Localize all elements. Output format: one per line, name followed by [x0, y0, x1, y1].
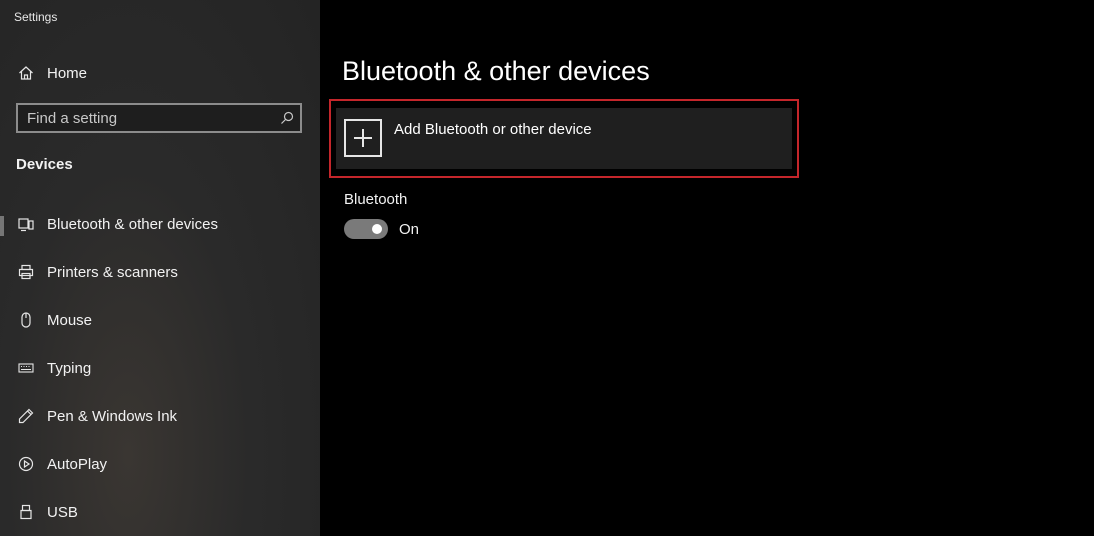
search-input[interactable]	[18, 109, 274, 127]
app-title: Settings	[14, 10, 58, 24]
keyboard-icon	[16, 358, 36, 378]
sidebar-item-label: Home	[47, 64, 88, 82]
sidebar-item-typing[interactable]: Typing	[0, 348, 320, 388]
bluetooth-toggle[interactable]	[344, 219, 388, 239]
search-icon[interactable]	[274, 111, 300, 125]
sidebar-item-label: Bluetooth & other devices	[47, 215, 218, 233]
usb-icon	[16, 502, 36, 522]
home-icon	[16, 63, 36, 83]
add-device-label: Add Bluetooth or other device	[394, 121, 592, 138]
pen-icon	[16, 406, 36, 426]
page-title: Bluetooth & other devices	[342, 56, 650, 86]
sidebar-item-mouse[interactable]: Mouse	[0, 300, 320, 340]
mouse-icon	[16, 310, 36, 330]
sidebar-item-bluetooth[interactable]: Bluetooth & other devices	[0, 204, 320, 244]
add-device-button[interactable]: Add Bluetooth or other device	[336, 108, 792, 169]
toggle-state-label: On	[399, 221, 420, 238]
sidebar-item-label: Printers & scanners	[47, 263, 178, 281]
plus-icon	[344, 119, 382, 157]
autoplay-icon	[16, 454, 36, 474]
bluetooth-label: Bluetooth	[344, 191, 408, 208]
sidebar-item-label: USB	[47, 503, 78, 521]
sidebar-item-home[interactable]: Home	[0, 53, 320, 93]
sidebar-item-label: Mouse	[47, 311, 93, 329]
section-heading: Devices	[16, 156, 73, 173]
sidebar-item-autoplay[interactable]: AutoPlay	[0, 444, 320, 484]
sidebar-item-pen[interactable]: Pen & Windows Ink	[0, 396, 320, 436]
printer-icon	[16, 262, 36, 282]
sidebar-item-printers[interactable]: Printers & scanners	[0, 252, 320, 292]
search-box[interactable]	[16, 103, 302, 133]
bluetooth-devices-icon	[16, 214, 36, 234]
sidebar-item-usb[interactable]: USB	[0, 492, 320, 532]
toggle-knob	[372, 224, 382, 234]
sidebar-item-label: Pen & Windows Ink	[47, 407, 178, 425]
sidebar: Settings Home Devices Bluetooth & other …	[0, 0, 320, 536]
sidebar-item-label: AutoPlay	[47, 455, 108, 473]
sidebar-item-label: Typing	[47, 359, 92, 377]
